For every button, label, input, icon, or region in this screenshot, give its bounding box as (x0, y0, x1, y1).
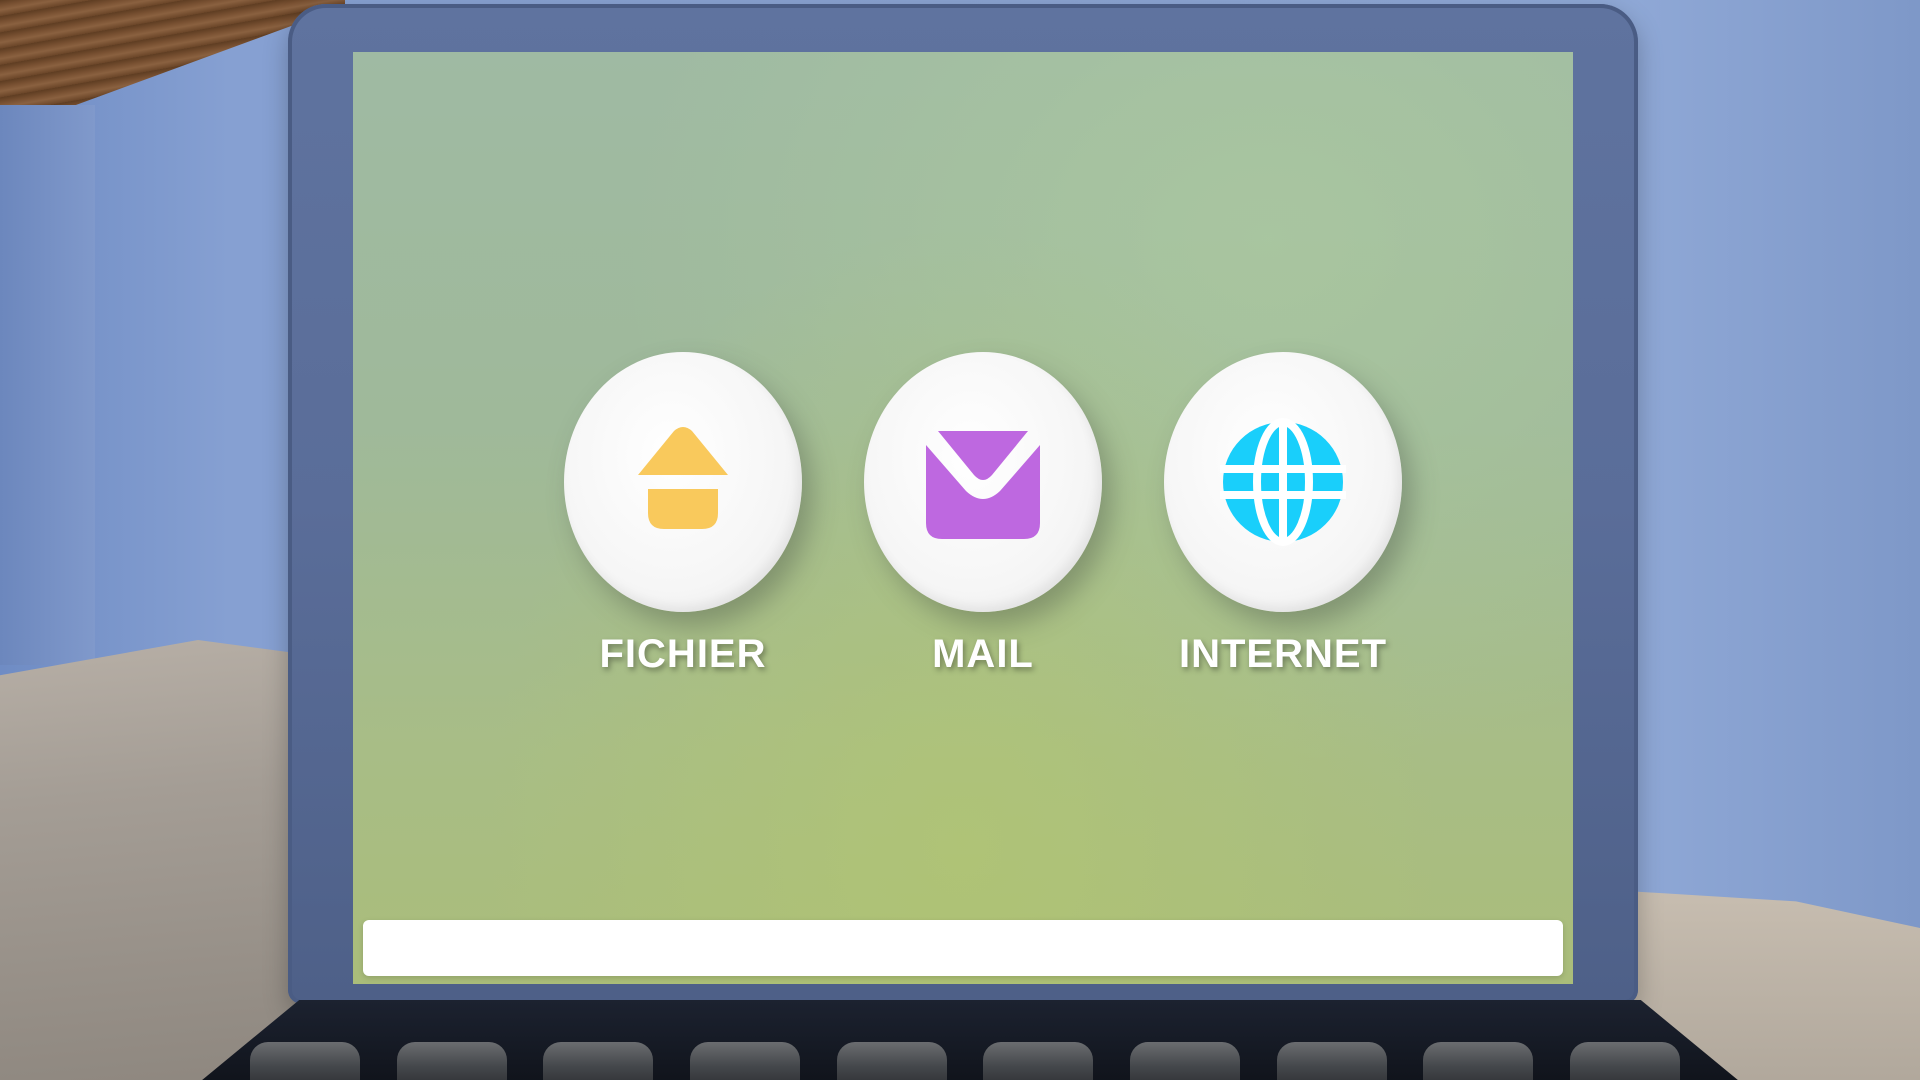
keyboard-key (543, 1042, 654, 1080)
laptop-screen: FICHIER MAIL INTERNET (353, 52, 1573, 984)
keyboard-key (1129, 1042, 1240, 1080)
app-internet[interactable]: INTERNET (1163, 352, 1403, 677)
app-internet-label: INTERNET (1179, 632, 1387, 676)
app-internet-icon-button[interactable] (1164, 352, 1402, 612)
keyboard-key (1569, 1042, 1680, 1080)
keyboard-key (1423, 1042, 1534, 1080)
app-mail-icon-button[interactable] (864, 352, 1102, 612)
app-mail-label: MAIL (932, 632, 1034, 676)
desktop-app-launcher: FICHIER MAIL INTERNET (353, 352, 1573, 752)
room-wall-corner (0, 105, 95, 665)
app-fichier-icon-button[interactable] (564, 352, 802, 612)
keyboard-keys-row (250, 1042, 1680, 1080)
app-mail[interactable]: MAIL (863, 352, 1103, 677)
keyboard-key (836, 1042, 947, 1080)
keyboard-key (1276, 1042, 1387, 1080)
globe-icon (1220, 418, 1346, 546)
app-fichier[interactable]: FICHIER (563, 352, 803, 677)
keyboard-key (396, 1042, 507, 1080)
taskbar[interactable] (363, 920, 1563, 976)
home-icon (638, 427, 728, 529)
envelope-icon (926, 431, 1040, 539)
keyboard-key (983, 1042, 1094, 1080)
desk-surface-left (0, 640, 330, 1080)
keyboard-key (250, 1042, 360, 1080)
app-fichier-label: FICHIER (599, 632, 767, 676)
keyboard-key (689, 1042, 800, 1080)
